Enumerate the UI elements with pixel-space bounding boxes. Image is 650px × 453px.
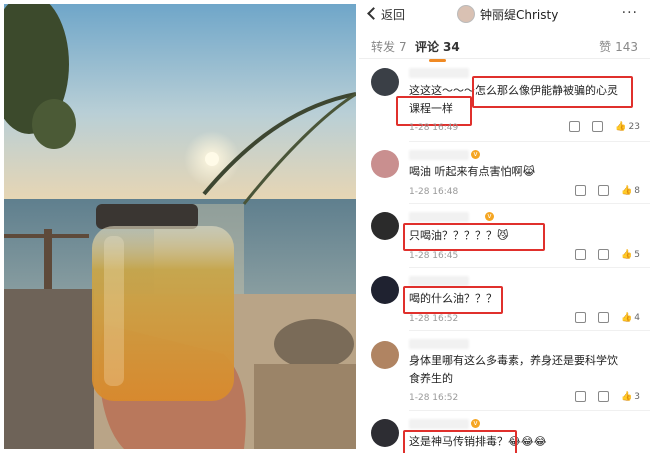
thumbs-up-icon: 👍 <box>621 312 633 323</box>
highlight-box <box>403 223 545 251</box>
username-blurred[interactable] <box>409 68 469 78</box>
chevron-left-icon <box>367 7 380 20</box>
thumbs-up-icon: 👍 <box>615 121 627 132</box>
vip-badge-icon: v <box>471 150 480 159</box>
tab-bar: 转发 7 评论 34 赞 143 <box>359 32 650 62</box>
tab-reposts-label: 转发 <box>371 40 396 54</box>
divider <box>409 267 650 268</box>
divider <box>409 330 650 331</box>
divider <box>409 410 650 411</box>
highlight-box <box>396 96 472 126</box>
avatar[interactable] <box>371 68 399 96</box>
comment-text-part: 身体里哪有这么多毒素，养身还是要科学饮 <box>409 354 618 367</box>
divider <box>409 203 650 204</box>
like-count: 4 <box>634 312 640 323</box>
avatar[interactable] <box>371 150 399 178</box>
tab-comments-label: 评论 <box>415 40 440 54</box>
highlight-box <box>403 286 503 314</box>
comment-time: 1-28 16:48 <box>409 187 459 197</box>
author-name: 钟丽缇Christy <box>480 7 559 22</box>
reply-icon[interactable] <box>598 391 610 402</box>
top-bar: 返回 钟丽缇Christy ··· <box>359 0 650 30</box>
tab-likes-count: 143 <box>615 40 638 54</box>
like-count: 5 <box>634 249 640 260</box>
highlight-box <box>403 430 517 453</box>
share-icon[interactable] <box>575 185 587 196</box>
beach-photo <box>4 4 356 449</box>
divider <box>409 141 650 142</box>
avatar[interactable] <box>371 419 399 447</box>
comment-text: 喝油 听起来有点害怕啊😹 <box>409 165 536 178</box>
highlight-box <box>472 76 633 108</box>
comment-actions: 👍 4 <box>575 312 640 323</box>
like-count: 23 <box>628 121 640 132</box>
share-icon[interactable] <box>575 312 587 323</box>
reply-icon[interactable] <box>598 185 610 196</box>
username-blurred[interactable] <box>409 339 469 349</box>
comment-time: 1-28 16:49 <box>409 123 459 133</box>
avatar[interactable] <box>371 341 399 369</box>
like-button[interactable]: 👍 8 <box>621 186 640 196</box>
vip-badge-icon: v <box>471 419 480 428</box>
share-icon[interactable] <box>575 249 587 260</box>
avatar[interactable] <box>371 276 399 304</box>
like-button[interactable]: 👍 5 <box>621 250 640 260</box>
username-blurred[interactable] <box>409 419 469 429</box>
tab-comments-count: 34 <box>443 40 460 54</box>
author-info[interactable]: 钟丽缇Christy <box>457 5 558 23</box>
comment-time: 1-28 16:45 <box>409 251 459 261</box>
tab-likes[interactable]: 赞 143 <box>599 38 638 55</box>
avatar[interactable] <box>371 212 399 240</box>
comment-text: 身体里哪有这么多毒素，养身还是要科学饮 食养生的 <box>409 352 618 388</box>
share-icon[interactable] <box>575 391 587 402</box>
like-button[interactable]: 👍 23 <box>615 122 640 132</box>
back-button[interactable]: 返回 <box>367 6 406 23</box>
comment-actions: 👍 3 <box>575 391 640 402</box>
thumbs-up-icon: 👍 <box>621 185 633 196</box>
vip-badge-icon: v <box>485 212 494 221</box>
comment-actions: 👍 23 <box>569 121 640 132</box>
like-button[interactable]: 👍 4 <box>621 313 640 323</box>
thumbs-up-icon: 👍 <box>621 391 633 402</box>
jar-sunset-image <box>4 4 356 449</box>
like-count: 8 <box>634 185 640 196</box>
comment-actions: 👍 5 <box>575 249 640 260</box>
back-label: 返回 <box>381 8 406 22</box>
more-icon[interactable]: ··· <box>622 5 638 21</box>
share-icon[interactable] <box>569 121 581 132</box>
username-blurred[interactable] <box>409 150 469 160</box>
comment-actions: 👍 8 <box>575 185 640 196</box>
tab-likes-label: 赞 <box>599 40 612 54</box>
comment-text-part: 食养生的 <box>409 372 453 385</box>
tab-comments[interactable]: 评论 34 <box>415 38 460 62</box>
author-avatar <box>457 5 475 23</box>
like-button[interactable]: 👍 3 <box>621 392 640 402</box>
thumbs-up-icon: 👍 <box>621 249 633 260</box>
tab-reposts-count: 7 <box>399 40 407 54</box>
username-blurred[interactable] <box>409 276 469 286</box>
comment-panel: 返回 钟丽缇Christy ··· 转发 7 评论 34 赞 143 这这这～～～怎么… <box>359 0 650 453</box>
reply-icon[interactable] <box>592 121 604 132</box>
reply-icon[interactable] <box>598 312 610 323</box>
comment-time: 1-28 16:52 <box>409 393 459 403</box>
reply-icon[interactable] <box>598 249 610 260</box>
like-count: 3 <box>634 391 640 402</box>
username-blurred[interactable] <box>409 212 469 222</box>
tab-reposts[interactable]: 转发 7 <box>371 38 407 55</box>
comment-time: 1-28 16:52 <box>409 314 459 324</box>
